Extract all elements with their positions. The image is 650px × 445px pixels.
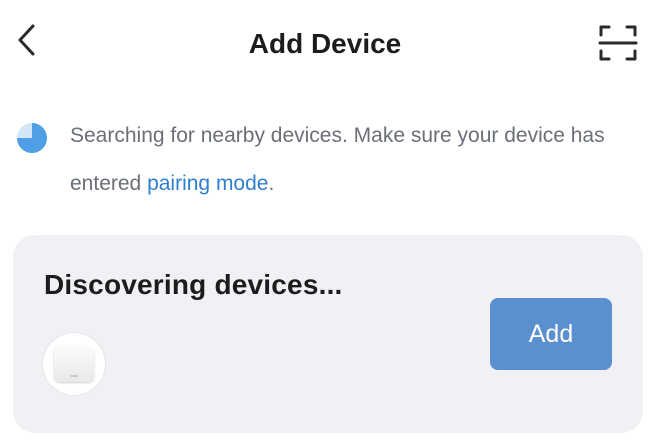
searching-message: Searching for nearby devices. Make sure …: [70, 112, 635, 208]
searching-message-end: .: [268, 172, 275, 195]
loading-spinner-icon: [16, 122, 48, 154]
device-thumbnail[interactable]: [43, 333, 105, 395]
page-title: Add Device: [248, 28, 402, 59]
add-device-screen: Add Device Searching for nearby devices.…: [0, 0, 650, 445]
add-button[interactable]: Add: [490, 298, 612, 370]
pairing-mode-link[interactable]: pairing mode: [147, 172, 268, 195]
device-image-icon: [54, 346, 94, 382]
scan-icon: [598, 24, 638, 67]
discovery-title: Discovering devices...: [44, 269, 343, 300]
scan-button[interactable]: [595, 22, 641, 68]
discovery-card: Discovering devices... Add: [13, 235, 643, 433]
